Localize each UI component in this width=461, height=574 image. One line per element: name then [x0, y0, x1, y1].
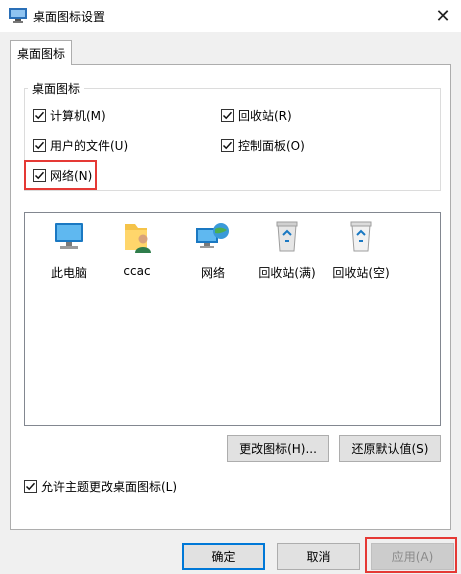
checkbox-box[interactable] [33, 138, 46, 152]
checkbox-box[interactable] [33, 108, 46, 122]
ok-button[interactable]: 确定 [182, 543, 265, 570]
icon-label: 回收站(满) [258, 266, 316, 280]
checkbox-label: 回收站(R) [238, 108, 292, 123]
checkbox-box[interactable] [221, 108, 234, 122]
icon-label: 此电脑 [50, 266, 87, 280]
close-icon: ✕ [435, 5, 451, 27]
check-icon [222, 111, 233, 119]
checkbox-allow-theme[interactable]: 允许主题更改桌面图标(L) [24, 478, 177, 494]
tab-label: 桌面图标 [17, 46, 66, 61]
computer-icon [55, 223, 83, 249]
icon-item-recycle-bin-full[interactable]: 回收站(满) [255, 217, 319, 281]
icon-item-user-folder[interactable]: ccac [105, 217, 169, 278]
restore-default-button[interactable]: 还原默认值(S) [339, 435, 441, 462]
check-icon [222, 141, 233, 149]
checkbox-control-panel[interactable]: 控制面板(O) [221, 137, 305, 153]
desktop-settings-icon [9, 8, 27, 23]
checkbox-label: 用户的文件(U) [50, 138, 129, 153]
checkbox-user-files[interactable]: 用户的文件(U) [33, 137, 128, 153]
window-title: 桌面图标设置 [33, 10, 106, 24]
change-icon-button[interactable]: 更改图标(H)... [227, 435, 329, 462]
icon-item-this-pc[interactable]: 此电脑 [37, 217, 101, 281]
checkbox-recycle-bin[interactable]: 回收站(R) [221, 107, 292, 123]
user-folder-icon [125, 224, 151, 253]
checkbox-box[interactable] [221, 138, 234, 152]
icon-label: 网络 [200, 266, 225, 280]
highlight-apply-button [365, 537, 457, 573]
check-icon [34, 111, 45, 119]
check-icon [25, 482, 36, 490]
recycle-bin-empty-icon [350, 221, 372, 252]
cancel-button[interactable]: 取消 [277, 543, 360, 570]
icon-list[interactable]: 此电脑 ccac 网络 回收站(满) 回收站(空) [24, 212, 441, 426]
network-icon [196, 223, 229, 248]
close-button[interactable]: ✕ [425, 0, 461, 32]
icon-label: 回收站(空) [332, 266, 390, 280]
highlight-network-checkbox [24, 160, 97, 190]
icon-item-network[interactable]: 网络 [181, 217, 245, 281]
recycle-bin-full-icon [276, 221, 298, 252]
group-legend: 桌面图标 [28, 80, 85, 97]
title-bar: 桌面图标设置 ✕ [0, 0, 461, 32]
tab-desktop-icons[interactable]: 桌面图标 [10, 40, 73, 65]
checkbox-box[interactable] [24, 479, 37, 493]
checkbox-label: 计算机(M) [50, 108, 106, 123]
checkbox-label: 允许主题更改桌面图标(L) [41, 479, 178, 494]
checkbox-computer[interactable]: 计算机(M) [33, 107, 106, 123]
icon-item-recycle-bin-empty[interactable]: 回收站(空) [329, 217, 393, 281]
icon-label: ccac [123, 264, 151, 278]
check-icon [34, 141, 45, 149]
checkbox-label: 控制面板(O) [238, 138, 305, 153]
